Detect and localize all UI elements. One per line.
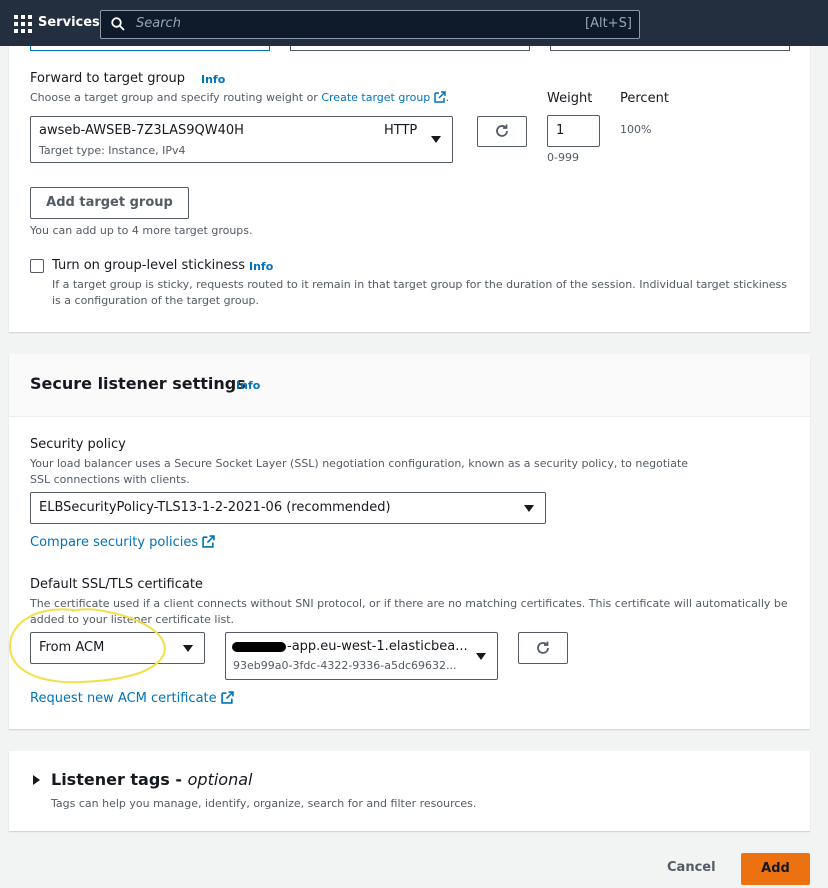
weight-input[interactable] [547,115,600,147]
refresh-icon [496,124,508,137]
external-link-icon [221,691,234,704]
request-certificate-link[interactable]: Request new ACM certificate [30,691,234,706]
forward-info-link[interactable]: Info [201,73,225,86]
weight-range: 0-999 [547,151,579,164]
redacted-domain [232,642,286,652]
listener-tags-panel [9,751,810,831]
listener-tags-optional: optional [187,770,253,789]
security-policy-label: Security policy [30,437,126,452]
forward-description-text: Choose a target group and specify routin… [30,91,318,104]
create-target-group-link[interactable]: Create target group [321,91,430,104]
add-button[interactable]: Add [741,853,810,885]
forward-label: Forward to target group [30,71,186,86]
certificate-label: Default SSL/TLS certificate [30,577,203,592]
chevron-down-icon [524,505,534,512]
clipped-input-3[interactable] [550,46,790,51]
compare-policies-link[interactable]: Compare security policies [30,535,215,550]
chevron-down-icon [183,645,193,652]
search-shortcut: [Alt+S] [585,16,632,31]
secure-info-link[interactable]: Info [236,379,260,392]
stickiness-checkbox[interactable] [30,259,44,273]
certificate-name: -app.eu-west-1.elasticbea... [287,639,468,654]
clipped-input-1[interactable] [30,46,270,51]
request-certificate-text[interactable]: Request new ACM certificate [30,691,217,706]
percent-value: 100% [620,123,652,136]
add-target-group-button[interactable]: Add target group [30,187,189,219]
search-placeholder: Search [136,16,181,31]
search-input[interactable] [100,10,640,39]
security-policy-description: Your load balancer uses a Secure Socket … [30,457,689,486]
listener-tags-title-text: Listener tags - [51,770,183,789]
services-grid-icon[interactable] [14,15,32,33]
clipped-input-2[interactable] [290,46,530,51]
certificate-id: 93eb99a0-3fdc-4322-9336-a5dc69632... [233,659,457,672]
external-link-icon [202,535,215,548]
external-link-icon [434,91,446,103]
secure-listener-title: Secure listener settings [30,374,246,393]
expand-caret-icon[interactable] [33,775,40,785]
forward-description: Choose a target group and specify routin… [30,91,450,104]
search-icon [111,17,125,31]
target-group-type: Target type: Instance, IPv4 [39,144,186,157]
add-target-group-hint: You can add up to 4 more target groups. [30,224,253,237]
stickiness-description: If a target group is sticky, requests ro… [52,278,788,307]
listener-tags-description: Tags can help you manage, identify, orga… [51,797,477,810]
refresh-icon [537,641,549,654]
security-policy-value: ELBSecurityPolicy-TLS13-1-2-2021-06 (rec… [39,500,391,515]
chevron-down-icon [431,136,441,143]
stickiness-info-link[interactable]: Info [249,260,273,273]
weight-label: Weight [547,91,593,106]
weight-value: 1 [556,123,565,138]
percent-label: Percent [620,91,669,106]
cancel-button[interactable]: Cancel [667,860,716,875]
target-group-protocol: HTTP [384,123,418,138]
compare-policies-text[interactable]: Compare security policies [30,535,198,550]
chevron-down-icon [476,653,486,660]
listener-tags-title[interactable]: Listener tags - optional [51,770,252,789]
services-menu[interactable]: Services [38,15,100,30]
target-group-name: awseb-AWSEB-7Z3LAS9QW40H [39,123,244,138]
highlight-annotation [8,608,166,684]
stickiness-label: Turn on group-level stickiness [52,258,246,273]
